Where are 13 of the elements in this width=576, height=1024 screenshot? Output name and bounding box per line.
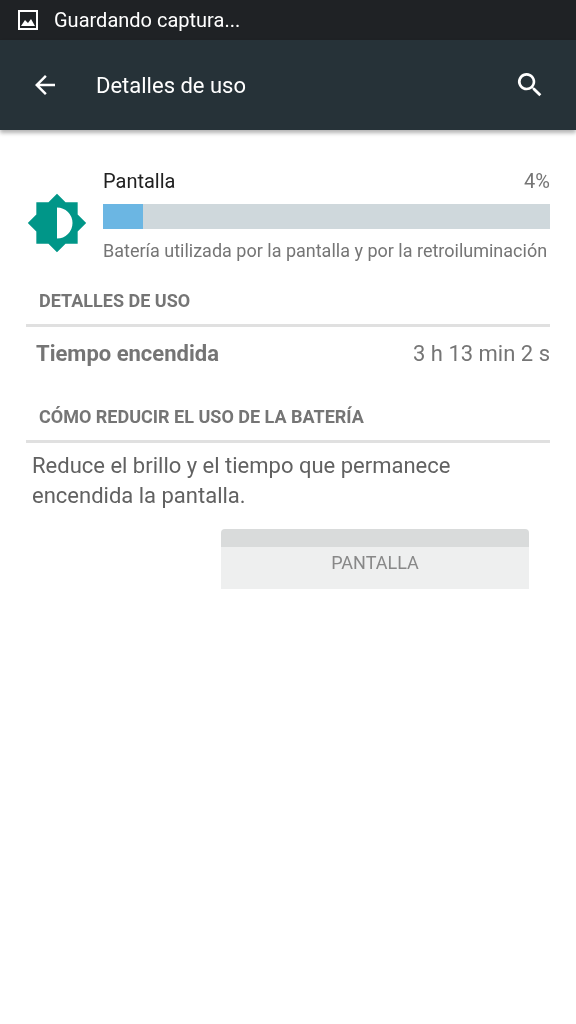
- usage-percent: 4%: [524, 168, 550, 195]
- detail-label: Tiempo encendida: [36, 339, 219, 368]
- app-name: Pantalla: [103, 168, 176, 195]
- tip-text: Reduce el brillo y el tiempo que permanece encendida la pantalla.: [31, 452, 452, 510]
- section-heading: CÓMO REDUCIR EL USO DE LA BATERÍA: [26, 403, 550, 443]
- section-heading: DETALLES DE USO: [26, 287, 550, 327]
- display-settings-button[interactable]: PANTALLA: [221, 529, 529, 589]
- brightness-icon: [26, 192, 88, 254]
- detail-value: 3 h 13 min 2 s: [413, 339, 550, 368]
- notification-text: Guardando captura...: [54, 7, 241, 34]
- usage-description: Batería utilizada por la pantalla y por la retroiluminación: [103, 239, 549, 263]
- image-icon: [18, 10, 38, 30]
- toolbar-title: Detalles de uso: [96, 71, 247, 100]
